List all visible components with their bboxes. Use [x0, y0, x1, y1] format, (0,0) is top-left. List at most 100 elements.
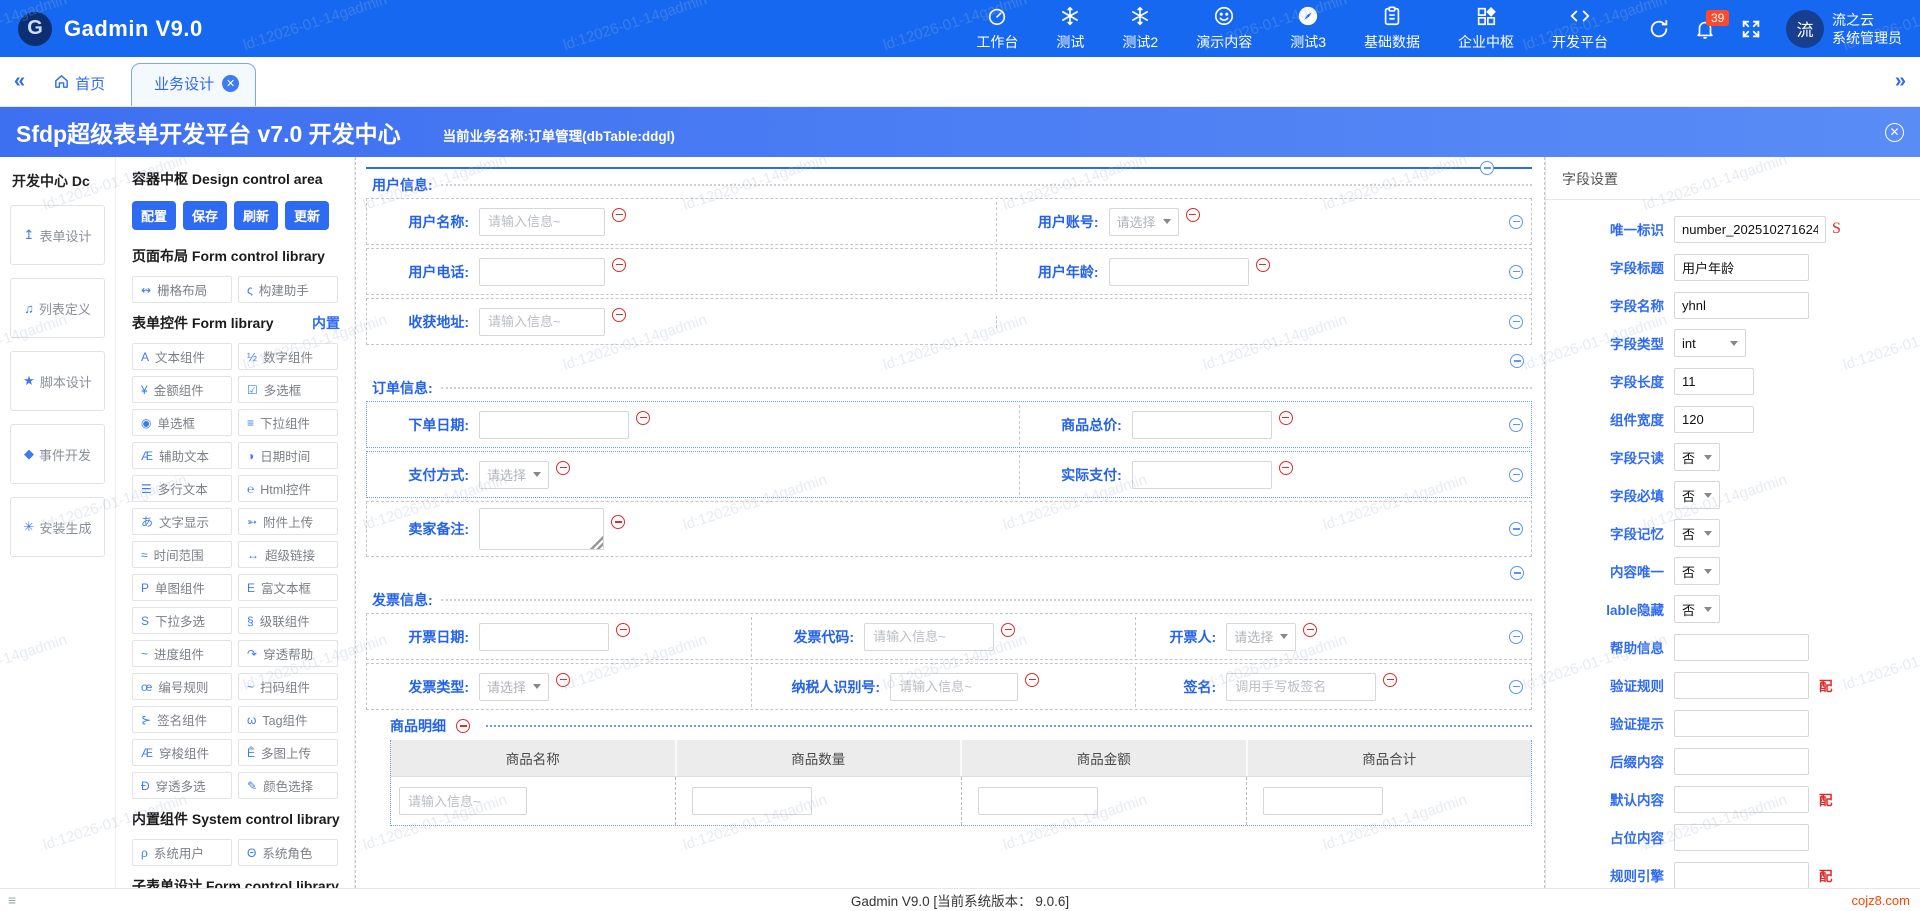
form-control-item[interactable]: ☑ 多选框 — [238, 376, 338, 403]
form-row[interactable]: 用户电话: 用户年龄: — [366, 248, 1532, 295]
invoice-issuer-select[interactable]: 请选择 — [1226, 622, 1297, 651]
form-control-item[interactable]: ~ 进度组件 — [132, 640, 232, 667]
form-control-item[interactable]: ☰ 多行文本 — [132, 475, 232, 502]
form-control-item[interactable]: S 下拉多选 — [132, 607, 232, 634]
configure-link[interactable]: 配 — [1819, 789, 1833, 809]
sidebar-item-list-define[interactable]: ♫ 列表定义 — [10, 278, 105, 338]
form-control-item[interactable]: ω Tag组件 — [238, 706, 338, 733]
goods-name-input[interactable] — [399, 787, 527, 815]
form-row-selected[interactable]: 下单日期: 商品总价: — [366, 401, 1532, 448]
settings-select[interactable]: 否 — [1674, 519, 1720, 547]
menu-item-enterprise[interactable]: 企业中枢 — [1458, 5, 1514, 52]
settings-input[interactable] — [1674, 405, 1754, 433]
form-cell[interactable]: 纳税人识别号: — [751, 666, 1135, 707]
user-account[interactable]: 流 流之云 系统管理员 — [1786, 9, 1902, 48]
remove-field-icon[interactable] — [612, 257, 626, 272]
order-date-input[interactable] — [479, 410, 629, 439]
control-build-assistant[interactable]: ς 构建助手 — [238, 276, 338, 303]
remove-field-icon[interactable] — [556, 460, 571, 475]
remove-field-icon[interactable] — [1278, 410, 1293, 425]
settings-input[interactable] — [1674, 785, 1809, 813]
form-control-item[interactable]: ≈ 时间范围 — [132, 541, 232, 568]
remove-field-icon[interactable] — [1255, 257, 1270, 272]
remove-field-icon[interactable] — [612, 307, 626, 322]
configure-link[interactable]: 配 — [1819, 675, 1833, 695]
invoice-date-input[interactable] — [479, 622, 609, 651]
form-cell[interactable] — [995, 315, 1531, 328]
form-control-item[interactable]: Æ 辅助文本 — [132, 442, 232, 469]
form-row[interactable]: 开票日期: 发票代码: 开票人: 请选择 — [366, 613, 1532, 660]
sidebar-item-install-generate[interactable]: ✳ 安装生成 — [10, 497, 105, 557]
remove-field-icon[interactable] — [1303, 622, 1318, 637]
settings-input[interactable] — [1674, 633, 1809, 661]
form-cell[interactable]: 收获地址: — [367, 302, 996, 342]
form-control-item[interactable]: ½ 数字组件 — [238, 343, 338, 370]
settings-input[interactable] — [1674, 709, 1809, 737]
delivery-address-input[interactable] — [479, 307, 605, 336]
form-control-item[interactable]: E 富文本框 — [238, 574, 338, 601]
invoice-code-input[interactable] — [864, 622, 995, 651]
settings-select[interactable]: 否 — [1674, 595, 1720, 623]
table-cell[interactable] — [391, 777, 677, 825]
pay-method-select[interactable]: 请选择 — [479, 460, 550, 489]
form-row[interactable]: 发票类型: 请选择 纳税人识别号: 签名: — [366, 663, 1532, 710]
menu-item-workbench[interactable]: 工作台 — [976, 5, 1018, 52]
settings-select[interactable]: int — [1674, 329, 1746, 357]
form-cell[interactable]: 开票日期: — [367, 617, 751, 657]
fullscreen-icon[interactable] — [1740, 18, 1762, 40]
menu-item-test[interactable]: 测试 — [1056, 5, 1084, 52]
remove-row-icon[interactable] — [1510, 354, 1524, 368]
form-cell[interactable]: 用户年龄: — [995, 251, 1531, 292]
form-row[interactable]: 收获地址: — [366, 298, 1532, 345]
signature-input[interactable] — [1226, 672, 1377, 701]
sidebar-item-form-design[interactable]: ↥ 表单设计 — [10, 205, 105, 265]
user-age-input[interactable] — [1108, 257, 1249, 286]
form-cell[interactable]: 支付方式: 请选择 — [367, 455, 1019, 495]
form-control-item[interactable]: あ文字显示 — [132, 508, 232, 535]
table-cell[interactable] — [676, 777, 962, 825]
settings-select[interactable]: 否 — [1674, 557, 1720, 585]
form-cell[interactable]: 开票人: 请选择 — [1135, 616, 1531, 657]
settings-input[interactable] — [1674, 253, 1809, 281]
user-phone-input[interactable] — [479, 257, 605, 286]
remove-row-icon[interactable] — [1509, 629, 1523, 644]
form-control-item[interactable]: § 级联组件 — [238, 607, 338, 634]
remove-container-icon[interactable] — [1480, 161, 1494, 175]
remove-field-icon[interactable] — [1185, 207, 1200, 222]
form-cell[interactable]: 发票类型: 请选择 — [367, 667, 751, 707]
username-input[interactable] — [479, 207, 605, 236]
remove-field-icon[interactable] — [636, 410, 650, 425]
control-system-role[interactable]: Θ 系统角色 — [238, 839, 338, 866]
form-control-item[interactable]: ◑ 日期时间 — [238, 442, 338, 469]
remove-field-icon[interactable] — [1025, 672, 1040, 687]
form-cell[interactable]: 签名: — [1135, 666, 1531, 707]
remove-field-icon[interactable] — [611, 515, 625, 529]
update-button[interactable]: 更新 — [285, 201, 330, 230]
sidebar-item-script-design[interactable]: ★ 脚本设计 — [10, 351, 105, 411]
form-cell[interactable]: 实际支付: — [1018, 454, 1531, 495]
close-tab-icon[interactable]: ✕ — [222, 75, 240, 92]
banner-close-icon[interactable]: ✕ — [1885, 122, 1904, 142]
control-system-user[interactable]: ρ 系统用户 — [132, 839, 232, 866]
goods-subtotal-input[interactable] — [1262, 787, 1383, 815]
settings-input[interactable] — [1674, 747, 1809, 775]
form-control-item[interactable]: ⊱ 签名组件 — [132, 706, 232, 733]
settings-input[interactable] — [1674, 215, 1826, 243]
form-control-item[interactable]: A 文本组件 — [132, 343, 232, 370]
menu-item-basedata[interactable]: 基础数据 — [1364, 5, 1420, 52]
configure-link[interactable]: 配 — [1819, 865, 1833, 885]
form-control-item[interactable]: ≡ 下拉组件 — [238, 409, 338, 436]
taxpayer-id-input[interactable] — [890, 672, 1019, 701]
remove-row-icon[interactable] — [1510, 566, 1524, 580]
form-cell[interactable]: 下单日期: — [367, 405, 1019, 445]
remove-row-icon[interactable] — [1509, 679, 1523, 694]
form-row[interactable]: 用户名称: 用户账号: 请选择 — [366, 198, 1532, 245]
control-grid-layout[interactable]: ↭ 栅格布局 — [132, 276, 232, 303]
remove-field-icon[interactable] — [616, 622, 630, 637]
table-cell[interactable] — [1247, 777, 1531, 825]
settings-input[interactable] — [1674, 291, 1809, 319]
form-cell[interactable]: 用户电话: — [367, 252, 996, 292]
form-control-item[interactable]: ℮ Html控件 — [238, 475, 338, 502]
seller-remark-textarea[interactable] — [479, 508, 604, 550]
menu-item-test3[interactable]: 测试3 — [1290, 5, 1326, 52]
